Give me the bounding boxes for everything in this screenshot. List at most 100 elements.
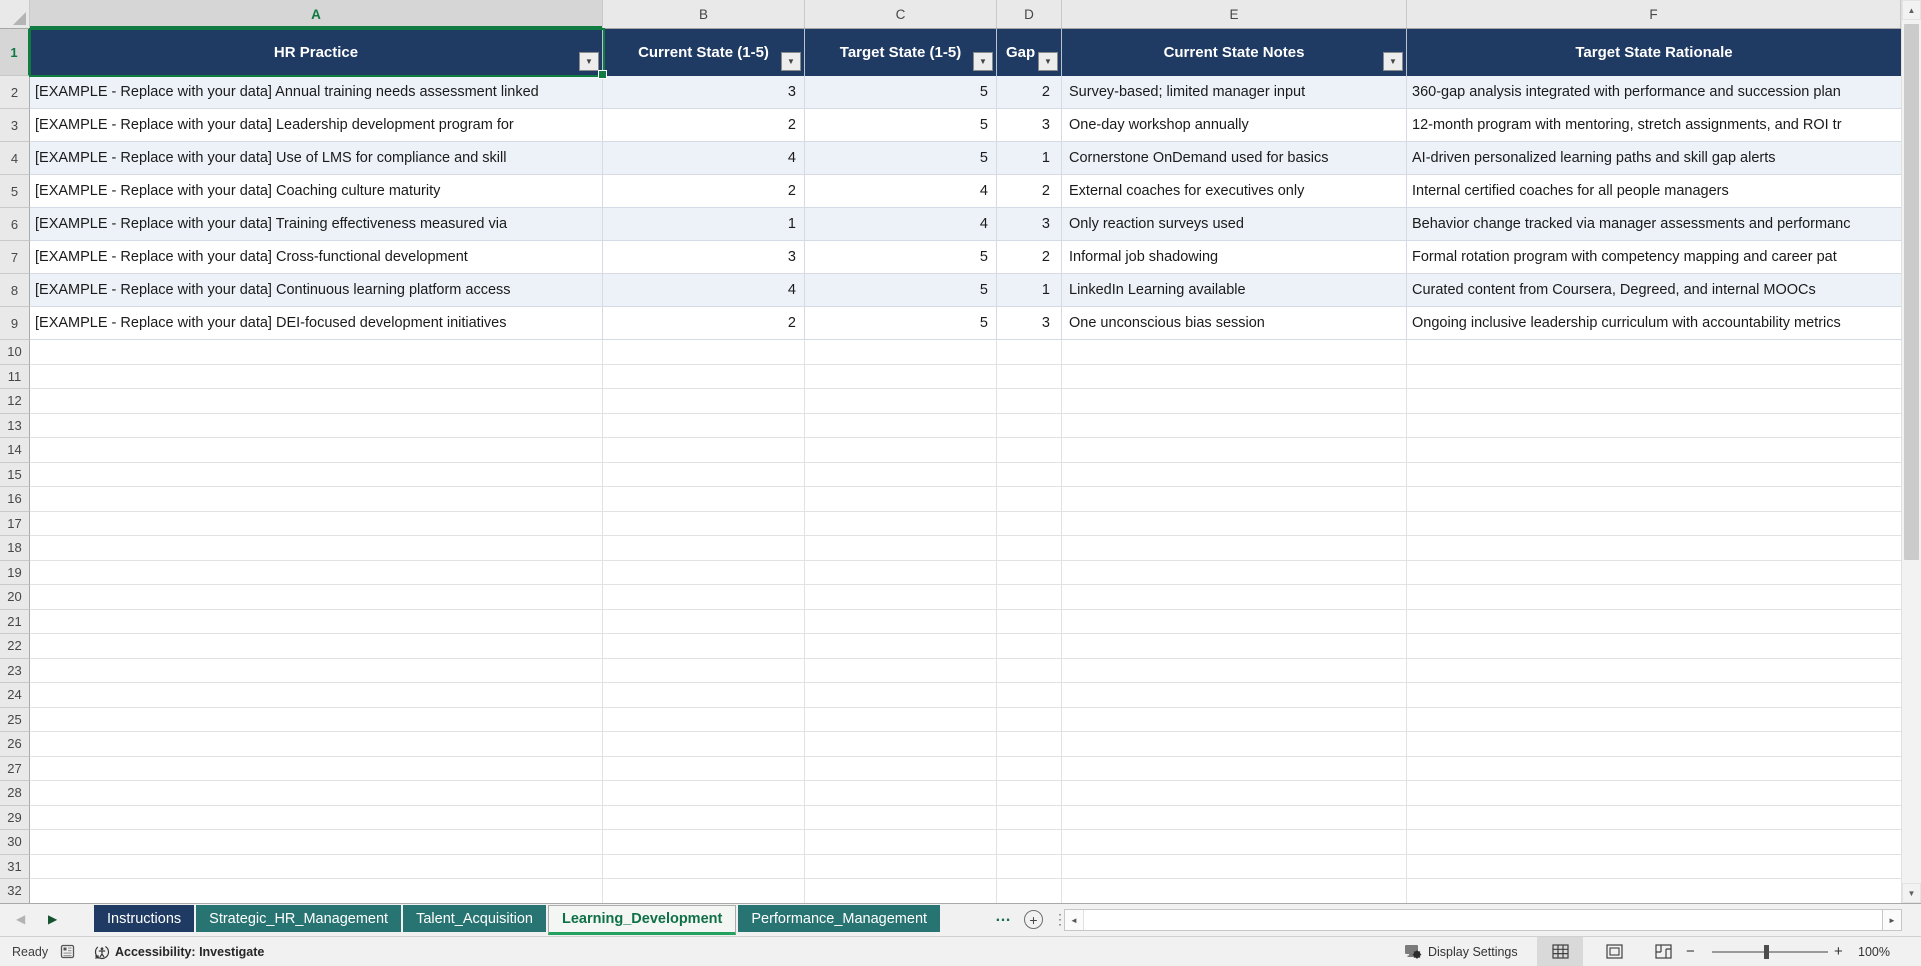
cell-D31[interactable]: [997, 854, 1062, 879]
cell-C31[interactable]: [805, 854, 997, 879]
cell-F23[interactable]: [1407, 659, 1901, 683]
cell-D22[interactable]: [997, 634, 1062, 659]
cell-F2[interactable]: 360-gap analysis integrated with perform…: [1407, 76, 1901, 109]
vertical-scrollbar[interactable]: ▲ ▼: [1901, 0, 1921, 903]
cell-A19[interactable]: [30, 560, 603, 585]
horizontal-scrollbar[interactable]: ◄ ►: [1064, 909, 1902, 931]
cell-E22[interactable]: [1062, 634, 1407, 659]
row-header-12[interactable]: 12: [0, 389, 30, 414]
row-header-31[interactable]: 31: [0, 854, 30, 879]
cell-B28[interactable]: [603, 781, 805, 806]
cell-F9[interactable]: Ongoing inclusive leadership curriculum …: [1407, 307, 1901, 340]
cell-F12[interactable]: [1407, 389, 1901, 414]
cell-A18[interactable]: [30, 536, 603, 561]
cell-D3[interactable]: 3: [997, 109, 1062, 142]
cell-A17[interactable]: [30, 511, 603, 536]
cell-C30[interactable]: [805, 830, 997, 855]
cell-E7[interactable]: Informal job shadowing: [1062, 241, 1407, 274]
cell-A31[interactable]: [30, 854, 603, 879]
row-header-22[interactable]: 22: [0, 634, 30, 659]
cell-A5[interactable]: [EXAMPLE - Replace with your data] Coach…: [30, 175, 603, 208]
cell-A20[interactable]: [30, 585, 603, 610]
cell-F11[interactable]: [1407, 365, 1901, 389]
filter-dropdown-icon[interactable]: ▼: [1038, 52, 1058, 71]
cell-F5[interactable]: Internal certified coaches for all peopl…: [1407, 175, 1901, 208]
cell-B17[interactable]: [603, 511, 805, 536]
page-break-preview-button[interactable]: [1640, 937, 1686, 966]
cell-B12[interactable]: [603, 389, 805, 414]
cell-E6[interactable]: Only reaction surveys used: [1062, 208, 1407, 241]
cell-D17[interactable]: [997, 511, 1062, 536]
row-header-19[interactable]: 19: [0, 560, 30, 585]
row-header-25[interactable]: 25: [0, 707, 30, 732]
cell-F26[interactable]: [1407, 732, 1901, 757]
cell-B13[interactable]: [603, 413, 805, 438]
cell-D27[interactable]: [997, 756, 1062, 781]
cell-B2[interactable]: 3: [603, 76, 805, 109]
cell-F21[interactable]: [1407, 610, 1901, 634]
cell-F17[interactable]: [1407, 512, 1901, 536]
cell-A2[interactable]: [EXAMPLE - Replace with your data] Annua…: [30, 76, 603, 109]
cell-C11[interactable]: [805, 364, 997, 389]
accessibility-status[interactable]: Accessibility: Investigate: [94, 937, 264, 966]
cell-F10[interactable]: [1407, 340, 1901, 365]
cell-C7[interactable]: 5: [805, 241, 997, 274]
cell-E5[interactable]: External coaches for executives only: [1062, 175, 1407, 208]
cell-B21[interactable]: [603, 609, 805, 634]
row-header-27[interactable]: 27: [0, 756, 30, 781]
zoom-level-label[interactable]: 100%: [1858, 937, 1890, 966]
cell-F19[interactable]: [1407, 561, 1901, 585]
cell-A1[interactable]: HR Practice ▼: [30, 29, 603, 76]
cell-D13[interactable]: [997, 413, 1062, 438]
cell-B4[interactable]: 4: [603, 142, 805, 175]
page-layout-view-button[interactable]: [1591, 937, 1637, 966]
cell-A32[interactable]: [30, 879, 603, 903]
cell-C23[interactable]: [805, 658, 997, 683]
scroll-left-icon[interactable]: ◄: [1065, 910, 1084, 930]
cell-D21[interactable]: [997, 609, 1062, 634]
cell-D12[interactable]: [997, 389, 1062, 414]
cell-C13[interactable]: [805, 413, 997, 438]
filter-dropdown-icon[interactable]: ▼: [973, 52, 993, 71]
cell-A23[interactable]: [30, 658, 603, 683]
cell-D20[interactable]: [997, 585, 1062, 610]
cell-B24[interactable]: [603, 683, 805, 708]
cell-E11[interactable]: [1062, 364, 1407, 389]
cell-D15[interactable]: [997, 462, 1062, 487]
cell-B16[interactable]: [603, 487, 805, 512]
row-header-18[interactable]: 18: [0, 536, 30, 561]
cell-B8[interactable]: 4: [603, 274, 805, 307]
cell-B11[interactable]: [603, 364, 805, 389]
column-header-F[interactable]: F: [1407, 0, 1901, 28]
cell-D1[interactable]: Gap ▼: [997, 29, 1062, 76]
cell-E28[interactable]: [1062, 781, 1407, 806]
cell-C2[interactable]: 5: [805, 76, 997, 109]
cell-B20[interactable]: [603, 585, 805, 610]
macro-record-icon[interactable]: [60, 937, 75, 966]
cell-F20[interactable]: [1407, 585, 1901, 610]
cell-E14[interactable]: [1062, 438, 1407, 463]
cell-A21[interactable]: [30, 609, 603, 634]
cell-D28[interactable]: [997, 781, 1062, 806]
cell-C16[interactable]: [805, 487, 997, 512]
cell-F8[interactable]: Curated content from Coursera, Degreed, …: [1407, 274, 1901, 307]
cell-A15[interactable]: [30, 462, 603, 487]
zoom-in-button[interactable]: +: [1834, 937, 1854, 966]
row-header-20[interactable]: 20: [0, 585, 30, 610]
cell-F29[interactable]: [1407, 806, 1901, 830]
column-header-D[interactable]: D: [997, 0, 1062, 28]
cell-C29[interactable]: [805, 805, 997, 830]
scroll-right-icon[interactable]: ►: [1882, 910, 1901, 930]
cell-E17[interactable]: [1062, 511, 1407, 536]
cell-D26[interactable]: [997, 732, 1062, 757]
cell-A12[interactable]: [30, 389, 603, 414]
cell-A25[interactable]: [30, 707, 603, 732]
column-header-C[interactable]: C: [805, 0, 997, 28]
cell-E26[interactable]: [1062, 732, 1407, 757]
cell-C9[interactable]: 5: [805, 307, 997, 340]
sheet-nav-right-icon[interactable]: ▶: [48, 912, 57, 926]
cell-A7[interactable]: [EXAMPLE - Replace with your data] Cross…: [30, 241, 603, 274]
column-header-E[interactable]: E: [1062, 0, 1407, 28]
cell-F18[interactable]: [1407, 536, 1901, 561]
cell-A16[interactable]: [30, 487, 603, 512]
